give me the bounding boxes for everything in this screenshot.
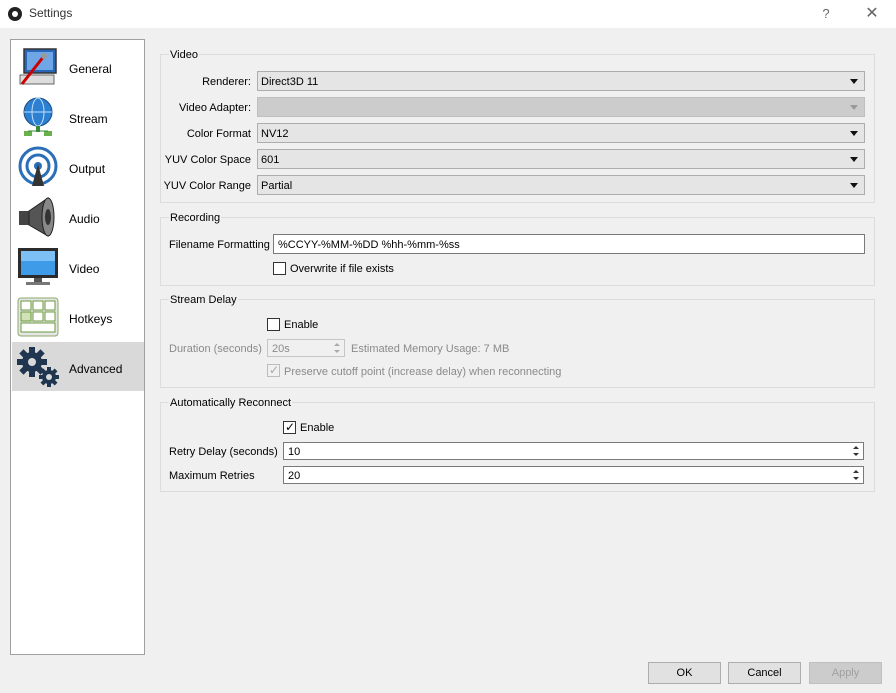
spin-up-icon[interactable] [850,444,862,451]
filename-formatting-value: %CCYY-%MM-%DD %hh-%mm-%ss [278,239,460,251]
reconnect-enable-checkbox[interactable] [283,420,296,434]
duration-value: 20s [272,343,290,355]
spin-up-icon [331,341,343,348]
maximum-retries-label: Maximum Retries [169,470,255,482]
sidebar-item-stream[interactable]: Stream [12,92,144,141]
general-icon [19,48,57,85]
maximum-retries-spinbox[interactable]: 20 [283,466,864,484]
audio-icon [19,197,55,237]
spin-down-icon [331,348,343,355]
reconnect-enable-label: Enable [300,422,335,434]
sidebar-item-advanced[interactable]: Advanced [12,342,144,391]
advanced-icon [17,347,59,387]
group-title: Recording [169,212,222,224]
ok-button[interactable]: OK [648,662,721,684]
sidebar-item-general[interactable]: General [12,42,144,91]
renderer-label: Renderer: [202,76,251,88]
yuv-color-space-value: 601 [261,154,280,166]
spin-down-icon[interactable] [850,451,862,458]
video-icon [18,248,58,285]
retry-delay-spinbox[interactable]: 10 [283,442,864,460]
spin-buttons [331,341,343,355]
yuv-color-range-value: Partial [261,180,293,192]
spin-down-icon[interactable] [850,475,862,482]
duration-label: Duration (seconds) [169,343,262,355]
spin-buttons[interactable] [850,468,862,482]
retry-delay-label: Retry Delay (seconds) [169,446,278,458]
apply-button: Apply [809,662,882,684]
close-button[interactable]: ✕ [858,4,886,24]
sidebar-item-label: Advanced [69,362,123,376]
sidebar-item-audio[interactable]: Audio [12,192,144,241]
preserve-cutoff-checkbox [267,363,280,377]
chevron-down-icon [850,105,858,110]
group-title: Stream Delay [169,294,238,306]
hotkeys-icon [17,297,59,337]
help-button[interactable]: ? [812,4,840,24]
video-adapter-select [257,97,865,117]
overwrite-label: Overwrite if file exists [290,263,394,275]
chevron-down-icon [850,79,858,84]
overwrite-checkbox[interactable] [273,262,286,275]
sidebar-item-label: Hotkeys [69,312,113,326]
title-bar: Settings ? ✕ [0,0,896,28]
yuv-color-range-select[interactable]: Partial [257,175,865,195]
maximum-retries-value: 20 [288,470,301,482]
spin-buttons[interactable] [850,444,862,458]
group-title: Automatically Reconnect [169,397,293,409]
sidebar-item-hotkeys[interactable]: Hotkeys [12,292,144,341]
stream-delay-enable-checkbox[interactable] [267,318,280,331]
sidebar-item-label: Stream [69,112,108,126]
chevron-down-icon [850,131,858,136]
stream-delay-enable-label: Enable [284,319,319,331]
chevron-down-icon [850,183,858,188]
color-format-label: Color Format [186,128,251,140]
filename-formatting-label: Filename Formatting [169,239,270,251]
preserve-cutoff-label: Preserve cutoff point (increase delay) w… [284,366,562,378]
chevron-down-icon [850,157,858,162]
window-title: Settings [29,6,73,20]
sidebar-item-label: General [69,62,112,76]
filename-formatting-input[interactable]: %CCYY-%MM-%DD %hh-%mm-%ss [273,234,865,254]
group-title: Video [169,49,199,61]
cancel-button[interactable]: Cancel [728,662,801,684]
sidebar-item-label: Audio [69,212,100,226]
renderer-value: Direct3D 11 [261,76,319,88]
yuv-color-space-label: YUV Color Space [164,154,251,166]
sidebar-item-output[interactable]: Output [12,142,144,191]
obs-logo-icon [8,7,22,21]
color-format-select[interactable]: NV12 [257,123,865,143]
settings-sidebar: General Stream Output Audio Video Hotkey… [10,39,145,655]
retry-delay-value: 10 [288,446,301,458]
video-adapter-label: Video Adapter: [179,102,251,114]
sidebar-item-video[interactable]: Video [12,242,144,291]
yuv-color-space-select[interactable]: 601 [257,149,865,169]
output-icon [18,146,58,186]
duration-spinbox: 20s [267,339,345,357]
sidebar-item-label: Output [69,162,106,176]
color-format-value: NV12 [261,128,289,140]
renderer-select[interactable]: Direct3D 11 [257,71,865,91]
stream-icon [23,97,53,136]
yuv-color-range-label: YUV Color Range [163,180,251,192]
spin-up-icon[interactable] [850,468,862,475]
sidebar-item-label: Video [69,262,100,276]
estimated-memory-label: Estimated Memory Usage: 7 MB [351,343,510,355]
